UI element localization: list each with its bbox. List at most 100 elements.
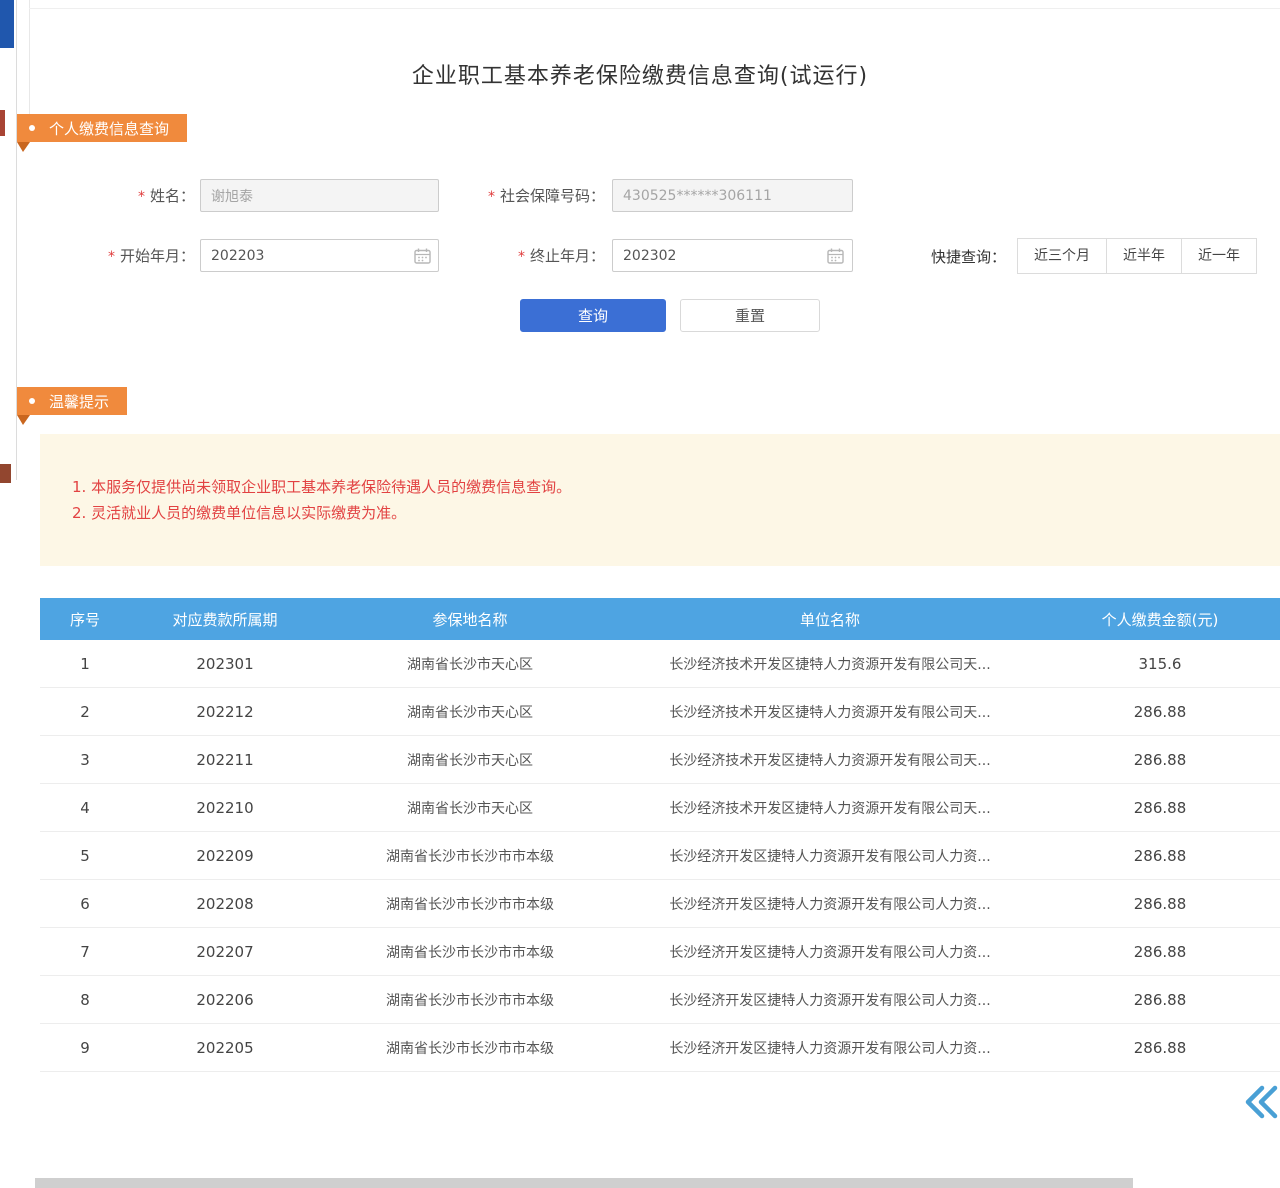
cell-employer: 长沙经济开发区捷特人力资源开发有限公司人力资... xyxy=(620,894,1040,914)
required-star: * xyxy=(488,189,495,205)
cell-amount: 286.88 xyxy=(1040,943,1280,961)
cell-index: 4 xyxy=(40,799,130,817)
cell-employer: 长沙经济开发区捷特人力资源开发有限公司人力资... xyxy=(620,846,1040,866)
cell-insured-place: 湖南省长沙市天心区 xyxy=(320,798,620,818)
cell-period: 202207 xyxy=(130,943,320,961)
table-header-row: 序号 对应费款所属期 参保地名称 单位名称 个人缴费金额(元) xyxy=(40,598,1280,640)
start-month-label: *开始年月： xyxy=(78,239,195,273)
required-star: * xyxy=(138,189,145,205)
cell-amount: 286.88 xyxy=(1040,847,1280,865)
cell-employer: 长沙经济开发区捷特人力资源开发有限公司人力资... xyxy=(620,942,1040,962)
cell-amount: 286.88 xyxy=(1040,991,1280,1009)
query-button[interactable]: 查询 xyxy=(520,299,666,332)
ribbon-fold xyxy=(17,415,30,425)
table-row: 5 202209 湖南省长沙市长沙市市本级 长沙经济开发区捷特人力资源开发有限公… xyxy=(40,832,1280,880)
cell-period: 202210 xyxy=(130,799,320,817)
payment-records-table: 序号 对应费款所属期 参保地名称 单位名称 个人缴费金额(元) 1 202301… xyxy=(40,598,1280,1072)
cell-insured-place: 湖南省长沙市天心区 xyxy=(320,750,620,770)
cell-employer: 长沙经济技术开发区捷特人力资源开发有限公司天... xyxy=(620,702,1040,722)
cell-period: 202211 xyxy=(130,751,320,769)
cell-employer: 长沙经济开发区捷特人力资源开发有限公司人力资... xyxy=(620,990,1040,1010)
bottom-scroll-strip xyxy=(35,1178,1133,1188)
name-label: *姓名： xyxy=(88,179,195,213)
quick-query-1year-button[interactable]: 近一年 xyxy=(1181,238,1257,274)
cell-amount: 315.6 xyxy=(1040,655,1280,673)
left-edge-artifact xyxy=(0,110,5,136)
left-edge-artifact xyxy=(0,464,11,483)
calendar-icon[interactable] xyxy=(827,248,844,264)
end-month-field[interactable] xyxy=(612,239,853,272)
ribbon-fold xyxy=(17,142,30,152)
cell-index: 5 xyxy=(40,847,130,865)
column-header-employer: 单位名称 xyxy=(620,609,1040,630)
table-row: 3 202211 湖南省长沙市天心区 长沙经济技术开发区捷特人力资源开发有限公司… xyxy=(40,736,1280,784)
reset-button[interactable]: 重置 xyxy=(680,299,820,332)
table-row: 2 202212 湖南省长沙市天心区 长沙经济技术开发区捷特人力资源开发有限公司… xyxy=(40,688,1280,736)
cell-insured-place: 湖南省长沙市天心区 xyxy=(320,654,620,674)
required-star: * xyxy=(108,249,115,265)
cell-employer: 长沙经济开发区捷特人力资源开发有限公司人力资... xyxy=(620,1038,1040,1058)
start-month-field[interactable] xyxy=(200,239,439,272)
table-row: 7 202207 湖南省长沙市长沙市市本级 长沙经济开发区捷特人力资源开发有限公… xyxy=(40,928,1280,976)
column-header-period: 对应费款所属期 xyxy=(130,609,320,630)
required-star: * xyxy=(518,249,525,265)
cell-period: 202205 xyxy=(130,1039,320,1057)
cell-insured-place: 湖南省长沙市长沙市市本级 xyxy=(320,942,620,962)
collapse-double-chevron-icon[interactable] xyxy=(1242,1084,1280,1120)
section-header-tips: 温馨提示 xyxy=(17,387,127,415)
tips-box: 1. 本服务仅提供尚未领取企业职工基本养老保险待遇人员的缴费信息查询。 2. 灵… xyxy=(40,434,1280,566)
table-body: 1 202301 湖南省长沙市天心区 长沙经济技术开发区捷特人力资源开发有限公司… xyxy=(40,640,1280,1072)
cell-index: 6 xyxy=(40,895,130,913)
section-header-label: 温馨提示 xyxy=(49,391,109,412)
tip-line: 2. 灵活就业人员的缴费单位信息以实际缴费为准。 xyxy=(72,500,1280,526)
cell-index: 7 xyxy=(40,943,130,961)
cell-employer: 长沙经济技术开发区捷特人力资源开发有限公司天... xyxy=(620,654,1040,674)
cell-index: 2 xyxy=(40,703,130,721)
tip-line: 1. 本服务仅提供尚未领取企业职工基本养老保险待遇人员的缴费信息查询。 xyxy=(72,474,1280,500)
cell-insured-place: 湖南省长沙市天心区 xyxy=(320,702,620,722)
bullet-dot-icon xyxy=(29,125,35,131)
cell-index: 8 xyxy=(40,991,130,1009)
section-header-label: 个人缴费信息查询 xyxy=(49,118,169,139)
column-header-amount: 个人缴费金额(元) xyxy=(1040,609,1280,630)
content-card-top-border xyxy=(29,8,1280,9)
sidebar-tab-fragment xyxy=(0,0,14,48)
cell-insured-place: 湖南省长沙市长沙市市本级 xyxy=(320,846,620,866)
cell-index: 9 xyxy=(40,1039,130,1057)
cell-amount: 286.88 xyxy=(1040,751,1280,769)
ssn-field[interactable] xyxy=(612,179,853,212)
cell-period: 202208 xyxy=(130,895,320,913)
cell-index: 1 xyxy=(40,655,130,673)
quick-query-label: 快捷查询： xyxy=(898,240,1006,274)
table-row: 4 202210 湖南省长沙市天心区 长沙经济技术开发区捷特人力资源开发有限公司… xyxy=(40,784,1280,832)
cell-amount: 286.88 xyxy=(1040,799,1280,817)
column-header-insured-place: 参保地名称 xyxy=(320,609,620,630)
column-header-index: 序号 xyxy=(40,609,130,630)
page-title: 企业职工基本养老保险缴费信息查询(试运行) xyxy=(0,58,1280,90)
cell-amount: 286.88 xyxy=(1040,1039,1280,1057)
name-field[interactable] xyxy=(200,179,439,212)
cell-insured-place: 湖南省长沙市长沙市市本级 xyxy=(320,1038,620,1058)
quick-query-halfyear-button[interactable]: 近半年 xyxy=(1106,238,1182,274)
bullet-dot-icon xyxy=(29,398,35,404)
quick-query-3months-button[interactable]: 近三个月 xyxy=(1017,238,1107,274)
ssn-label: *社会保障号码： xyxy=(448,179,605,213)
cell-period: 202212 xyxy=(130,703,320,721)
cell-insured-place: 湖南省长沙市长沙市市本级 xyxy=(320,894,620,914)
cell-period: 202301 xyxy=(130,655,320,673)
table-row: 1 202301 湖南省长沙市天心区 长沙经济技术开发区捷特人力资源开发有限公司… xyxy=(40,640,1280,688)
calendar-icon[interactable] xyxy=(414,248,431,264)
table-row: 8 202206 湖南省长沙市长沙市市本级 长沙经济开发区捷特人力资源开发有限公… xyxy=(40,976,1280,1024)
section-header-personal-payment-query: 个人缴费信息查询 xyxy=(17,114,187,142)
cell-employer: 长沙经济技术开发区捷特人力资源开发有限公司天... xyxy=(620,750,1040,770)
table-row: 9 202205 湖南省长沙市长沙市市本级 长沙经济开发区捷特人力资源开发有限公… xyxy=(40,1024,1280,1072)
cell-period: 202206 xyxy=(130,991,320,1009)
end-month-label: *终止年月： xyxy=(488,239,605,273)
cell-amount: 286.88 xyxy=(1040,895,1280,913)
table-row: 6 202208 湖南省长沙市长沙市市本级 长沙经济开发区捷特人力资源开发有限公… xyxy=(40,880,1280,928)
cell-amount: 286.88 xyxy=(1040,703,1280,721)
cell-insured-place: 湖南省长沙市长沙市市本级 xyxy=(320,990,620,1010)
quick-query-button-group: 近三个月 近半年 近一年 xyxy=(1018,238,1257,274)
cell-index: 3 xyxy=(40,751,130,769)
cell-period: 202209 xyxy=(130,847,320,865)
